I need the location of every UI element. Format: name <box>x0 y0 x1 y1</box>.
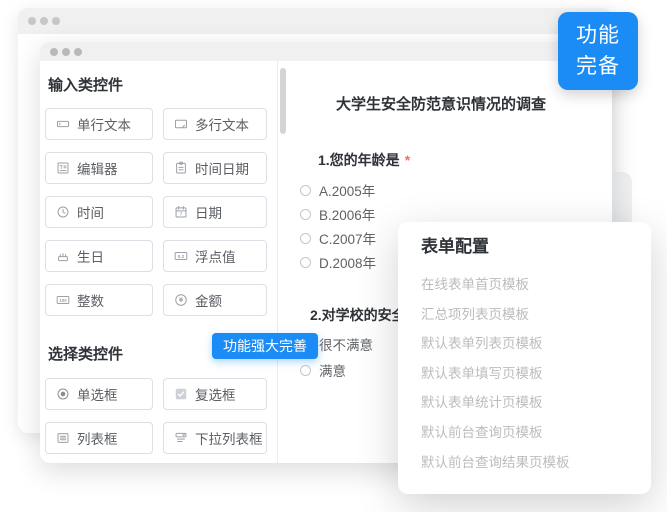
birthday-icon <box>56 249 70 263</box>
option-label: C.2007年 <box>319 228 376 248</box>
radio-button-icon[interactable] <box>300 365 311 376</box>
background-window-titlebar <box>18 8 612 34</box>
control-button-datetime[interactable]: 时间日期 <box>163 152 267 184</box>
radio-icon <box>56 387 70 401</box>
date-icon: 7 <box>174 205 188 219</box>
control-button-label: 列表框 <box>77 428 118 448</box>
option-label: B.2006年 <box>319 204 375 224</box>
config-template-item[interactable]: 在线表单首页模板 <box>421 270 639 300</box>
control-button-single-line-text[interactable]: 单行文本 <box>45 108 153 140</box>
window-dot-icon <box>52 17 60 25</box>
control-button-editor[interactable]: T 编辑器 <box>45 152 153 184</box>
control-button-birthday[interactable]: 生日 <box>45 240 153 272</box>
radio-button-icon[interactable] <box>300 233 311 244</box>
control-button-integer[interactable]: 100 整数 <box>45 284 153 316</box>
config-template-item[interactable]: 默认表单列表页模板 <box>421 329 639 359</box>
radio-button-icon[interactable] <box>300 185 311 196</box>
svg-text:¥: ¥ <box>179 297 184 304</box>
control-button-label: 时间日期 <box>195 158 249 178</box>
question-1-label: 1.您的年龄是* <box>318 150 410 170</box>
option-label: 很不满意 <box>319 334 373 354</box>
panel-divider <box>277 61 278 463</box>
control-button-checkbox[interactable]: 复选框 <box>163 378 267 410</box>
svg-text:100: 100 <box>59 298 67 303</box>
radio-button-icon[interactable] <box>300 209 311 220</box>
option-label: D.2008年 <box>319 252 376 272</box>
svg-text:T: T <box>60 165 64 171</box>
section-heading-select-controls: 选择类控件 <box>48 343 123 364</box>
config-template-item[interactable]: 默认表单统计页模板 <box>421 388 639 418</box>
section-heading-input-controls: 输入类控件 <box>48 74 123 95</box>
control-button-label: 多行文本 <box>195 114 249 134</box>
feature-badge: 功能 完备 <box>558 12 638 90</box>
control-button-dropdown[interactable]: 下拉列表框 <box>163 422 267 454</box>
badge-line: 功能 <box>576 20 620 51</box>
option-label: A.2005年 <box>319 180 375 200</box>
svg-text:7: 7 <box>180 212 183 217</box>
input-controls-grid: 单行文本 多行文本 T 编辑器 时间日期 <box>45 108 267 316</box>
control-button-label: 编辑器 <box>77 158 118 178</box>
control-button-label: 下拉列表框 <box>195 428 263 448</box>
single-line-text-icon <box>56 117 70 131</box>
time-icon <box>56 205 70 219</box>
control-button-money[interactable]: ¥ 金额 <box>163 284 267 316</box>
control-button-label: 单选框 <box>77 384 118 404</box>
control-button-label: 日期 <box>195 202 222 222</box>
multi-line-text-icon <box>174 117 188 131</box>
config-template-item[interactable]: 默认表单填写页模板 <box>421 359 639 389</box>
select-controls-grid: 单选框 复选框 列表框 下拉列表框 <box>45 378 267 454</box>
control-button-label: 金额 <box>195 290 222 310</box>
control-button-time[interactable]: 时间 <box>45 196 153 228</box>
control-button-float-number[interactable]: 0.2 浮点值 <box>163 240 267 272</box>
form-window-titlebar <box>40 42 612 61</box>
question-2-option-2[interactable]: 满意 <box>300 360 346 380</box>
float-number-icon: 0.2 <box>174 249 188 263</box>
datetime-icon <box>174 161 188 175</box>
radio-button-icon[interactable] <box>300 257 311 268</box>
question-1-option-c[interactable]: C.2007年 <box>300 228 376 248</box>
checkbox-icon <box>174 387 188 401</box>
editor-icon: T <box>56 161 70 175</box>
control-button-label: 浮点值 <box>195 246 236 266</box>
money-icon: ¥ <box>174 293 188 307</box>
question-1-option-d[interactable]: D.2008年 <box>300 252 376 272</box>
svg-text:0.2: 0.2 <box>178 254 185 259</box>
control-button-label: 生日 <box>77 246 104 266</box>
required-asterisk: * <box>405 152 410 168</box>
config-template-item[interactable]: 默认前台查询结果页模板 <box>421 448 639 478</box>
form-config-panel: 表单配置 在线表单首页模板 汇总项列表页模板 默认表单列表页模板 默认表单填写页… <box>398 222 651 494</box>
dropdown-icon <box>174 431 188 445</box>
window-dot-icon <box>28 17 36 25</box>
window-dot-icon <box>40 17 48 25</box>
control-button-label: 复选框 <box>195 384 236 404</box>
question-1-option-a[interactable]: A.2005年 <box>300 180 375 200</box>
control-button-listbox[interactable]: 列表框 <box>45 422 153 454</box>
config-template-item[interactable]: 默认前台查询页模板 <box>421 418 639 448</box>
listbox-icon <box>56 431 70 445</box>
window-dot-icon <box>74 48 82 56</box>
feature-callout-button[interactable]: 功能强大完善 <box>212 333 318 359</box>
config-panel-title: 表单配置 <box>421 232 489 257</box>
control-button-date[interactable]: 7 日期 <box>163 196 267 228</box>
control-button-label: 时间 <box>77 202 104 222</box>
app-canvas: 输入类控件 单行文本 多行文本 T 编辑器 <box>0 0 667 512</box>
option-label: 满意 <box>319 360 346 380</box>
control-button-radio[interactable]: 单选框 <box>45 378 153 410</box>
integer-icon: 100 <box>56 293 70 307</box>
control-button-multi-line-text[interactable]: 多行文本 <box>163 108 267 140</box>
config-template-item[interactable]: 汇总项列表页模板 <box>421 300 639 330</box>
control-button-label: 单行文本 <box>77 114 131 134</box>
form-title: 大学生安全防范意识情况的调查 <box>280 93 602 114</box>
question-1-option-b[interactable]: B.2006年 <box>300 204 375 224</box>
control-button-label: 整数 <box>77 290 104 310</box>
question-2-label: 2.对学校的安全 <box>310 305 411 325</box>
window-dot-icon <box>62 48 70 56</box>
badge-line: 完备 <box>576 51 620 82</box>
window-dot-icon <box>50 48 58 56</box>
config-template-list: 在线表单首页模板 汇总项列表页模板 默认表单列表页模板 默认表单填写页模板 默认… <box>421 270 639 477</box>
